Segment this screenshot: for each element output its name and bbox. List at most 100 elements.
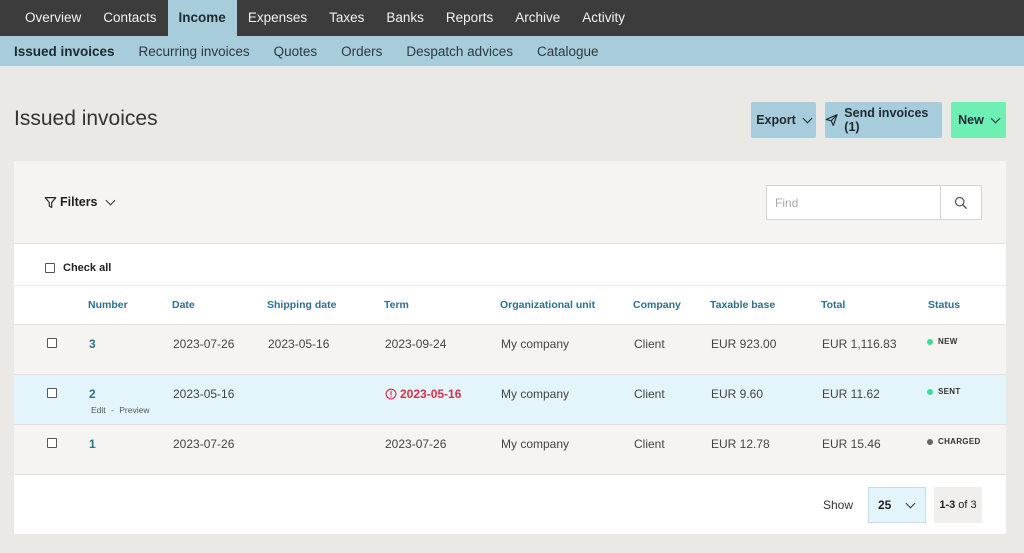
status-badge: SENT [927,387,961,396]
nav-tab-expenses[interactable]: Expenses [237,0,318,36]
search-box [766,185,982,220]
nav-tab-overview[interactable]: Overview [0,0,92,36]
edit-link[interactable]: Edit [91,405,106,415]
taxable-base: EUR 12.78 [711,437,770,451]
range-of-label: of [958,499,968,511]
nav-tab-taxes[interactable]: Taxes [318,0,375,36]
total: EUR 1,116.83 [822,337,897,351]
company: Client [634,387,665,401]
total: EUR 15.46 [822,437,881,451]
chevron-down-icon [990,113,1001,123]
invoices-panel: Filters Check all Number Date Shipping d… [14,161,1006,534]
subnav-tab-catalogue[interactable]: Catalogue [525,36,611,66]
column-header-term[interactable]: Term [384,299,409,311]
status-dot [927,438,933,445]
row-checkbox[interactable] [47,338,57,348]
page-title: Issued invoices [14,107,158,130]
company: Client [634,337,665,351]
check-all-label: Check all [63,262,112,274]
subnav-tab-recurring-invoices[interactable]: Recurring invoices [127,36,262,66]
column-header-shipping-date[interactable]: Shipping date [267,299,336,311]
shipping-date: 2023-05-16 [268,337,330,351]
send-invoices-label: Send invoices (1) [844,106,929,134]
invoice-date: 2023-07-26 [173,337,235,351]
nav-tab-archive[interactable]: Archive [504,0,571,36]
new-button[interactable]: New [951,102,1006,138]
column-header-number[interactable]: Number [88,299,128,311]
org-unit: My company [501,437,570,451]
subnav-tab-despatch-advices[interactable]: Despatch advices [394,36,525,66]
panel-toolbar: Filters [14,161,1006,244]
pagination-range: 1-3 of 3 [934,487,982,523]
table-row[interactable]: 2 Edit - Preview 2023-05-16 2023-05-16 M… [14,375,1006,425]
show-label: Show [823,498,854,512]
status-label: NEW [938,337,958,346]
company: Client [634,437,665,451]
table-row[interactable]: 3 2023-07-26 2023-05-16 2023-09-24 My co… [14,325,1006,375]
nav-tab-income[interactable]: Income [167,0,237,36]
export-button-label: Export [756,113,796,127]
search-button[interactable] [940,186,981,219]
column-header-total[interactable]: Total [821,299,845,311]
status-badge: CHARGED [927,437,981,446]
filters-label: Filters [60,195,98,209]
warning-icon [385,388,397,400]
paper-plane-icon [825,114,838,126]
nav-tab-reports[interactable]: Reports [435,0,504,36]
new-button-label: New [958,113,984,127]
subnav-tab-quotes[interactable]: Quotes [262,36,330,66]
range-total: 3 [970,499,977,511]
status-dot [927,338,933,345]
chevron-down-icon [905,498,916,509]
sub-nav: Issued invoices Recurring invoices Quote… [0,36,1024,66]
term-date: 2023-07-26 [385,437,447,451]
column-header-date[interactable]: Date [172,299,195,311]
per-page-value: 25 [878,498,892,512]
invoice-number-link[interactable]: 1 [89,437,96,451]
table-row[interactable]: 1 2023-07-26 2023-07-26 My company Clien… [14,425,1006,475]
status-label: SENT [938,387,961,396]
filters-toggle[interactable]: Filters [44,195,115,209]
funnel-icon [44,196,57,208]
invoice-number-link[interactable]: 3 [89,337,96,351]
invoice-number-link[interactable]: 2 [89,387,96,401]
column-header-company[interactable]: Company [633,299,681,311]
total: EUR 11.62 [822,387,880,401]
nav-tab-contacts[interactable]: Contacts [92,0,167,36]
row-actions: Edit - Preview [91,405,149,415]
nav-tab-banks[interactable]: Banks [375,0,435,36]
preview-link[interactable]: Preview [119,405,149,415]
export-button[interactable]: Export [751,102,816,138]
table-header: Number Date Shipping date Term Organizat… [14,285,1006,325]
taxable-base: EUR 923.00 [711,337,777,351]
row-actions-separator: - [111,405,114,415]
term-date-overdue: 2023-05-16 [385,387,461,401]
nav-tab-activity[interactable]: Activity [571,0,636,36]
term-date: 2023-09-24 [385,337,447,351]
row-checkbox[interactable] [47,388,57,398]
check-all-checkbox[interactable] [45,263,55,273]
invoice-date: 2023-05-16 [173,387,235,401]
chevron-down-icon [802,113,813,123]
chevron-down-icon [105,195,115,205]
status-badge: NEW [927,337,958,346]
send-invoices-button[interactable]: Send invoices (1) [825,102,942,138]
search-icon [954,196,967,209]
per-page-select[interactable]: 25 [868,487,926,523]
status-label: CHARGED [938,437,981,446]
org-unit: My company [501,387,570,401]
column-header-status[interactable]: Status [928,299,960,311]
search-input[interactable] [767,186,941,219]
range-value: 1-3 [939,499,956,511]
org-unit: My company [501,337,570,351]
subnav-tab-issued-invoices[interactable]: Issued invoices [0,36,127,66]
check-all[interactable]: Check all [45,262,111,274]
invoice-date: 2023-07-26 [173,437,235,451]
column-header-taxable-base[interactable]: Taxable base [710,299,775,311]
subnav-tab-orders[interactable]: Orders [329,36,394,66]
term-date-value: 2023-05-16 [400,387,462,401]
column-header-org-unit[interactable]: Organizational unit [500,299,595,311]
taxable-base: EUR 9.60 [711,387,764,401]
row-checkbox[interactable] [47,438,57,448]
status-dot [927,388,933,395]
